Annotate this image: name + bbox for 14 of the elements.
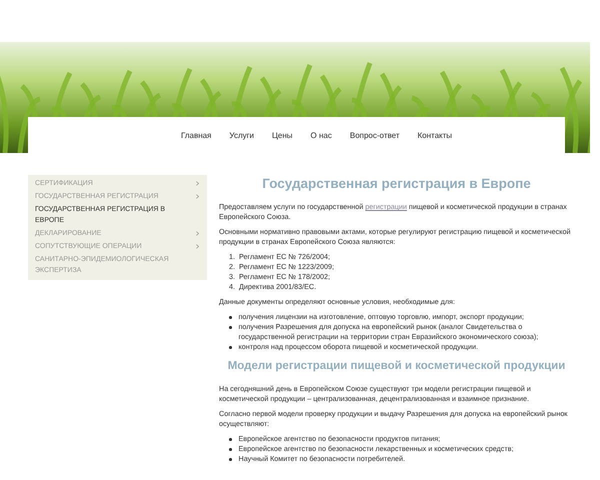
section-heading: Модели регистрации пищевой и косметической продукции [226,359,566,374]
bullet-icon [229,326,232,328]
bullet-icon [229,438,232,440]
section-heading: Государственная регистрация в Европе [261,175,532,193]
nav-link[interactable]: О нас [310,130,332,140]
nav-link[interactable]: Услуги [229,130,254,140]
bullet-icon [229,316,232,318]
nav-link[interactable]: Вопрос-ответ [350,130,400,140]
bullet-icon [229,346,232,348]
bullet-icon [229,458,232,460]
nav-link[interactable]: Главная [180,130,212,140]
nav-link[interactable]: Контакты [417,130,452,140]
bullet-icon [229,448,232,450]
nav-link[interactable]: Цены [272,130,293,140]
